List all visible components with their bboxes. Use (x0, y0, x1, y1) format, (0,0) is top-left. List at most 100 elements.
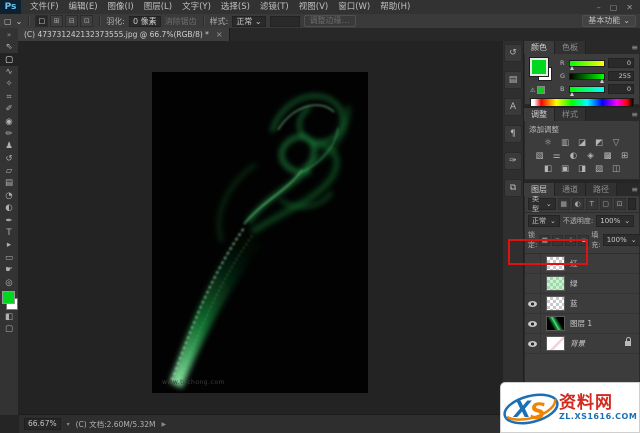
color-spectrum-bar[interactable] (530, 98, 634, 107)
layer-name[interactable]: 图层 1 (570, 318, 592, 329)
quick-mask-icon[interactable]: ◧ (0, 311, 18, 323)
refine-edge-button[interactable]: 调整边缘… (303, 15, 356, 27)
healing-brush-tool-icon[interactable]: ◉ (0, 115, 18, 127)
filter-adjustment-layers-icon[interactable]: ◐ (571, 198, 584, 210)
antialias-checkbox-label[interactable]: 消除锯齿 (165, 16, 197, 27)
close-icon[interactable]: ✕ (626, 3, 633, 12)
character-panel-icon[interactable]: A (504, 98, 522, 116)
width-input[interactable] (269, 15, 300, 27)
menu-file[interactable]: 文件(F) (25, 0, 64, 14)
marquee-tool-preset-icon[interactable]: ▢ (4, 17, 12, 26)
menu-window[interactable]: 窗口(W) (333, 0, 375, 14)
gradient-tool-icon[interactable]: ▤ (0, 177, 18, 189)
clone-source-panel-icon[interactable]: ⧉ (504, 179, 522, 197)
tab-swatches[interactable]: 色板 (555, 41, 586, 54)
history-brush-tool-icon[interactable]: ↺ (0, 153, 18, 165)
adj-invert-icon[interactable]: ◧ (542, 163, 555, 174)
layer-filter-toggle[interactable] (627, 198, 636, 210)
tab-close-icon[interactable]: × (216, 30, 223, 39)
hand-tool-icon[interactable]: ☛ (0, 264, 18, 276)
layer-row-background[interactable]: 背景 (525, 334, 639, 354)
pen-tool-icon[interactable]: ✒ (0, 214, 18, 226)
layer-row-blue[interactable]: 蓝 (525, 294, 639, 314)
blend-mode-select[interactable]: 正常 ⌄ (528, 215, 560, 227)
menu-select[interactable]: 选择(S) (216, 0, 255, 14)
eyedropper-tool-icon[interactable]: ✐ (0, 103, 18, 115)
filter-pixel-layers-icon[interactable]: ▦ (557, 198, 570, 210)
red-slider[interactable] (569, 59, 605, 70)
panel-menu-icon[interactable]: ≡ (631, 185, 638, 194)
red-value-input[interactable]: 0 (608, 58, 634, 68)
clone-stamp-tool-icon[interactable]: ♟ (0, 140, 18, 152)
adj-color-lookup-icon[interactable]: ⊞ (618, 150, 631, 161)
layer-name[interactable]: 蓝 (570, 298, 578, 309)
type-tool-icon[interactable]: T (0, 227, 18, 239)
layer-thumbnail[interactable] (546, 336, 565, 351)
history-panel-icon[interactable]: ↺ (504, 44, 522, 62)
move-tool-icon[interactable]: ⇖ (0, 41, 18, 53)
screen-mode-icon[interactable]: ▢ (0, 323, 18, 335)
subtract-from-selection-icon[interactable]: ⊟ (65, 15, 79, 27)
feather-input[interactable]: 0 像素 (128, 15, 161, 27)
tab-color[interactable]: 颜色 (524, 41, 555, 54)
tab-styles[interactable]: 样式 (555, 108, 586, 121)
adj-gradient-map-icon[interactable]: ◫ (610, 163, 623, 174)
menu-layer[interactable]: 图层(L) (139, 0, 177, 14)
filter-shape-layers-icon[interactable]: ▢ (599, 198, 612, 210)
intersect-selection-icon[interactable]: ⊡ (80, 15, 94, 27)
tab-layers[interactable]: 图层 (524, 183, 555, 196)
maximize-icon[interactable]: ▢ (610, 3, 618, 12)
adj-levels-icon[interactable]: ▥ (559, 137, 572, 148)
layer-thumbnail[interactable] (546, 276, 565, 291)
brush-panel-icon[interactable]: ✑ (504, 152, 522, 170)
layer-thumbnail[interactable] (546, 316, 565, 331)
adj-brightness-contrast-icon[interactable]: ☼ (542, 137, 555, 148)
visibility-toggle[interactable] (525, 274, 541, 293)
panel-foreground-swatch[interactable] (529, 57, 549, 77)
adj-channel-mixer-icon[interactable]: ▩ (601, 150, 614, 161)
canvas-area[interactable]: www.tuchong.com (19, 41, 503, 415)
adj-posterize-icon[interactable]: ▣ (559, 163, 572, 174)
toolbar-collapse-icon[interactable]: » (0, 28, 18, 41)
adj-selective-color-icon[interactable]: ▨ (593, 163, 606, 174)
layer-row-green[interactable]: 绿 (525, 274, 639, 294)
adj-photo-filter-icon[interactable]: ◈ (584, 150, 597, 161)
menu-filter[interactable]: 滤镜(T) (255, 0, 294, 14)
path-selection-tool-icon[interactable]: ▸ (0, 239, 18, 251)
zoom-level-input[interactable]: 66.67% (24, 418, 61, 430)
blue-slider[interactable] (569, 85, 605, 96)
panel-menu-icon[interactable]: ≡ (631, 110, 638, 119)
menu-type[interactable]: 文字(Y) (177, 0, 216, 14)
filter-kind-select[interactable]: 类型 ⌄ (528, 195, 556, 213)
blue-value-input[interactable]: 0 (608, 84, 634, 94)
dodge-tool-icon[interactable]: ◐ (0, 202, 18, 214)
style-select[interactable]: 正常 ⌄ (232, 15, 266, 27)
crop-tool-icon[interactable]: ⌗ (0, 91, 18, 103)
menu-edit[interactable]: 编辑(E) (64, 0, 103, 14)
visibility-toggle[interactable] (525, 334, 541, 353)
opacity-input[interactable]: 100% ⌄ (596, 215, 635, 227)
new-selection-icon[interactable]: □ (35, 15, 49, 27)
menu-view[interactable]: 视图(V) (294, 0, 333, 14)
properties-panel-icon[interactable]: ▤ (504, 71, 522, 89)
workspace-switcher[interactable]: 基本功能 ⌄ (582, 15, 636, 27)
lasso-tool-icon[interactable]: ∿ (0, 66, 18, 78)
visibility-toggle[interactable] (525, 314, 541, 333)
quick-selection-tool-icon[interactable]: ✧ (0, 78, 18, 90)
brush-tool-icon[interactable]: ✏ (0, 128, 18, 140)
fill-input[interactable]: 100% ⌄ (602, 234, 640, 246)
gamut-warning[interactable]: ⚠ (530, 86, 546, 94)
layer-name[interactable]: 背景 (570, 338, 585, 349)
adj-black-white-icon[interactable]: ◐ (567, 150, 580, 161)
status-expand-icon[interactable]: ▶ (162, 421, 167, 428)
add-to-selection-icon[interactable]: ⊞ (50, 15, 64, 27)
zoom-tool-icon[interactable]: ◎ (0, 276, 18, 288)
layer-row-layer1[interactable]: 图层 1 (525, 314, 639, 334)
panel-menu-icon[interactable]: ≡ (631, 43, 638, 52)
document-image[interactable]: www.tuchong.com (152, 72, 368, 393)
filter-type-layers-icon[interactable]: T (585, 198, 598, 210)
green-slider[interactable] (569, 72, 605, 83)
adj-exposure-icon[interactable]: ◩ (593, 137, 606, 148)
visibility-toggle[interactable] (525, 294, 541, 313)
paragraph-panel-icon[interactable]: ¶ (504, 125, 522, 143)
